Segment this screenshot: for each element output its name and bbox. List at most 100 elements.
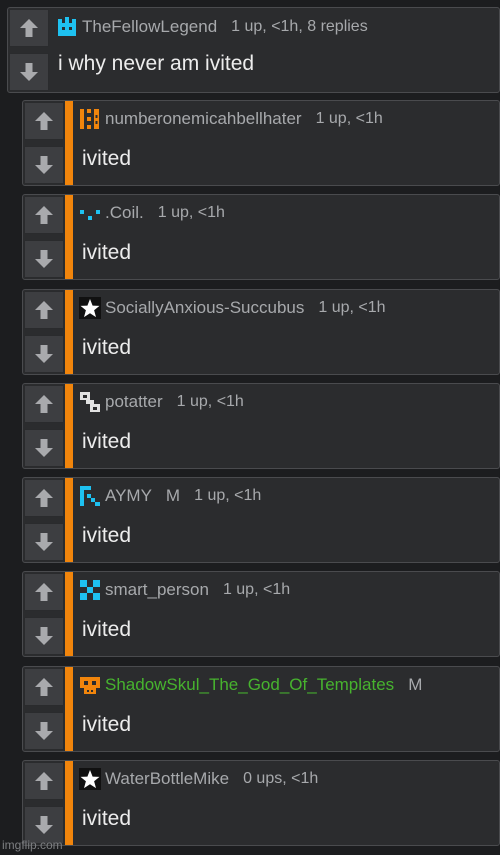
reply-indent-bar [65,667,73,751]
comment-meta: 0 ups, <1h [243,770,319,787]
upvote-button[interactable] [24,668,64,706]
upvote-button[interactable] [24,102,64,140]
moderator-badge: M [165,486,181,505]
username-link[interactable]: SociallyAnxious-Succubus [105,298,304,318]
downvote-button[interactable] [24,146,64,184]
comment-text: ivited [82,430,132,453]
upvote-button[interactable] [24,291,64,329]
comment-meta: 1 up, <1h [194,487,262,504]
comment-header: .Coil. 1 up, <1h [79,202,493,224]
comment-meta: 1 up, <1h [157,204,225,221]
comment-text: ivited [82,807,132,830]
arrow-down-icon [35,722,53,740]
upvote-button[interactable] [24,762,64,800]
comment-text: ivited [82,713,132,736]
username-link[interactable]: TheFellowLegend [82,17,217,37]
vote-column [24,479,64,561]
cyan-crown-avatar-icon[interactable] [56,16,78,38]
arrow-up-icon [35,206,53,224]
cyan-x-avatar-icon[interactable] [79,579,101,601]
comment-header: smart_person 1 up, <1h [79,579,493,601]
downvote-button[interactable] [24,240,64,278]
username-link[interactable]: WaterBottleMike [105,769,229,789]
vote-column [24,385,64,467]
vote-column [24,196,64,278]
comment-header: potatter 1 up, <1h [79,391,493,413]
downvote-button[interactable] [9,53,49,91]
username-link[interactable]: ShadowSkul_The_God_Of_Templates [105,675,394,695]
username-link[interactable]: AYMY [105,486,152,506]
arrow-up-icon [35,583,53,601]
comment-meta: 1 up, <1h [318,299,386,316]
arrow-up-icon [20,19,38,37]
username-link[interactable]: .Coil. [105,203,144,223]
comment-meta: 1 up, <1h [176,393,244,410]
arrow-down-icon [20,63,38,81]
orange-skull-avatar-icon[interactable] [79,674,101,696]
upvote-button[interactable] [24,385,64,423]
arrow-up-icon [35,112,53,130]
username-link[interactable]: smart_person [105,580,209,600]
moderator-badge: M [408,675,423,694]
reply-indent-bar [65,761,73,845]
downvote-button[interactable] [24,523,64,561]
vote-column [24,668,64,750]
downvote-button[interactable] [24,617,64,655]
reply-indent-bar [65,384,73,468]
arrow-down-icon [35,816,53,834]
arrow-down-icon [35,439,53,457]
white-star-avatar-icon[interactable] [79,768,101,790]
arrow-up-icon [35,678,53,696]
reply-comment: .Coil. 1 up, <1h ivited [22,194,500,280]
reply-comment: WaterBottleMike 0 ups, <1h ivited [22,760,500,846]
username-link[interactable]: potatter [105,392,163,412]
comment-text: i why never am ivited [58,52,255,75]
downvote-button[interactable] [24,429,64,467]
reply-indent-bar [65,195,73,279]
upvote-button[interactable] [9,9,49,47]
upvote-button[interactable] [24,479,64,517]
arrow-down-icon [35,156,53,174]
reply-comment: potatter 1 up, <1h ivited [22,383,500,469]
downvote-button[interactable] [24,712,64,750]
upvote-button[interactable] [24,573,64,611]
comment-header: ShadowSkul_The_God_Of_Templates M [79,674,493,696]
gray-block-avatar-icon[interactable] [79,391,101,413]
arrow-down-icon [35,627,53,645]
comment-header: AYMY M 1 up, <1h [79,485,493,507]
vote-column [24,291,64,373]
cyan-dots-avatar-icon[interactable] [79,202,101,224]
comment-header: TheFellowLegend 1 up, <1h, 8 replies [56,16,493,38]
comment-header: numberonemicahbellhater 1 up, <1h [79,108,493,130]
reply-indent-bar [65,101,73,185]
comment-text: ivited [82,241,132,264]
watermark: imgflip.com [2,838,63,852]
reply-comment: smart_person 1 up, <1h ivited [22,571,500,657]
orange-pattern-avatar-icon[interactable] [79,108,101,130]
reply-indent-bar [65,478,73,562]
username-link[interactable]: numberonemicahbellhater [105,109,302,129]
arrow-up-icon [35,301,53,319]
arrow-up-icon [35,489,53,507]
comment-text: ivited [82,618,132,641]
comment-text: ivited [82,336,132,359]
comment-text: ivited [82,524,132,547]
reply-comment: AYMY M 1 up, <1h ivited [22,477,500,563]
reply-indent-bar [65,572,73,656]
comment-header: SociallyAnxious-Succubus 1 up, <1h [79,297,493,319]
reply-comment: SociallyAnxious-Succubus 1 up, <1h ivite… [22,289,500,375]
arrow-down-icon [35,250,53,268]
arrow-down-icon [35,345,53,363]
arrow-up-icon [35,772,53,790]
cyan-pixel-avatar-icon[interactable] [79,485,101,507]
reply-comment: ShadowSkul_The_God_Of_Templates M ivited [22,666,500,752]
comment-header: WaterBottleMike 0 ups, <1h [79,768,493,790]
arrow-up-icon [35,395,53,413]
vote-column [9,9,49,91]
white-star-avatar-icon[interactable] [79,297,101,319]
downvote-button[interactable] [24,335,64,373]
upvote-button[interactable] [24,196,64,234]
main-comment: TheFellowLegend 1 up, <1h, 8 replies i w… [7,7,500,93]
vote-column [24,573,64,655]
comment-text: ivited [82,147,132,170]
